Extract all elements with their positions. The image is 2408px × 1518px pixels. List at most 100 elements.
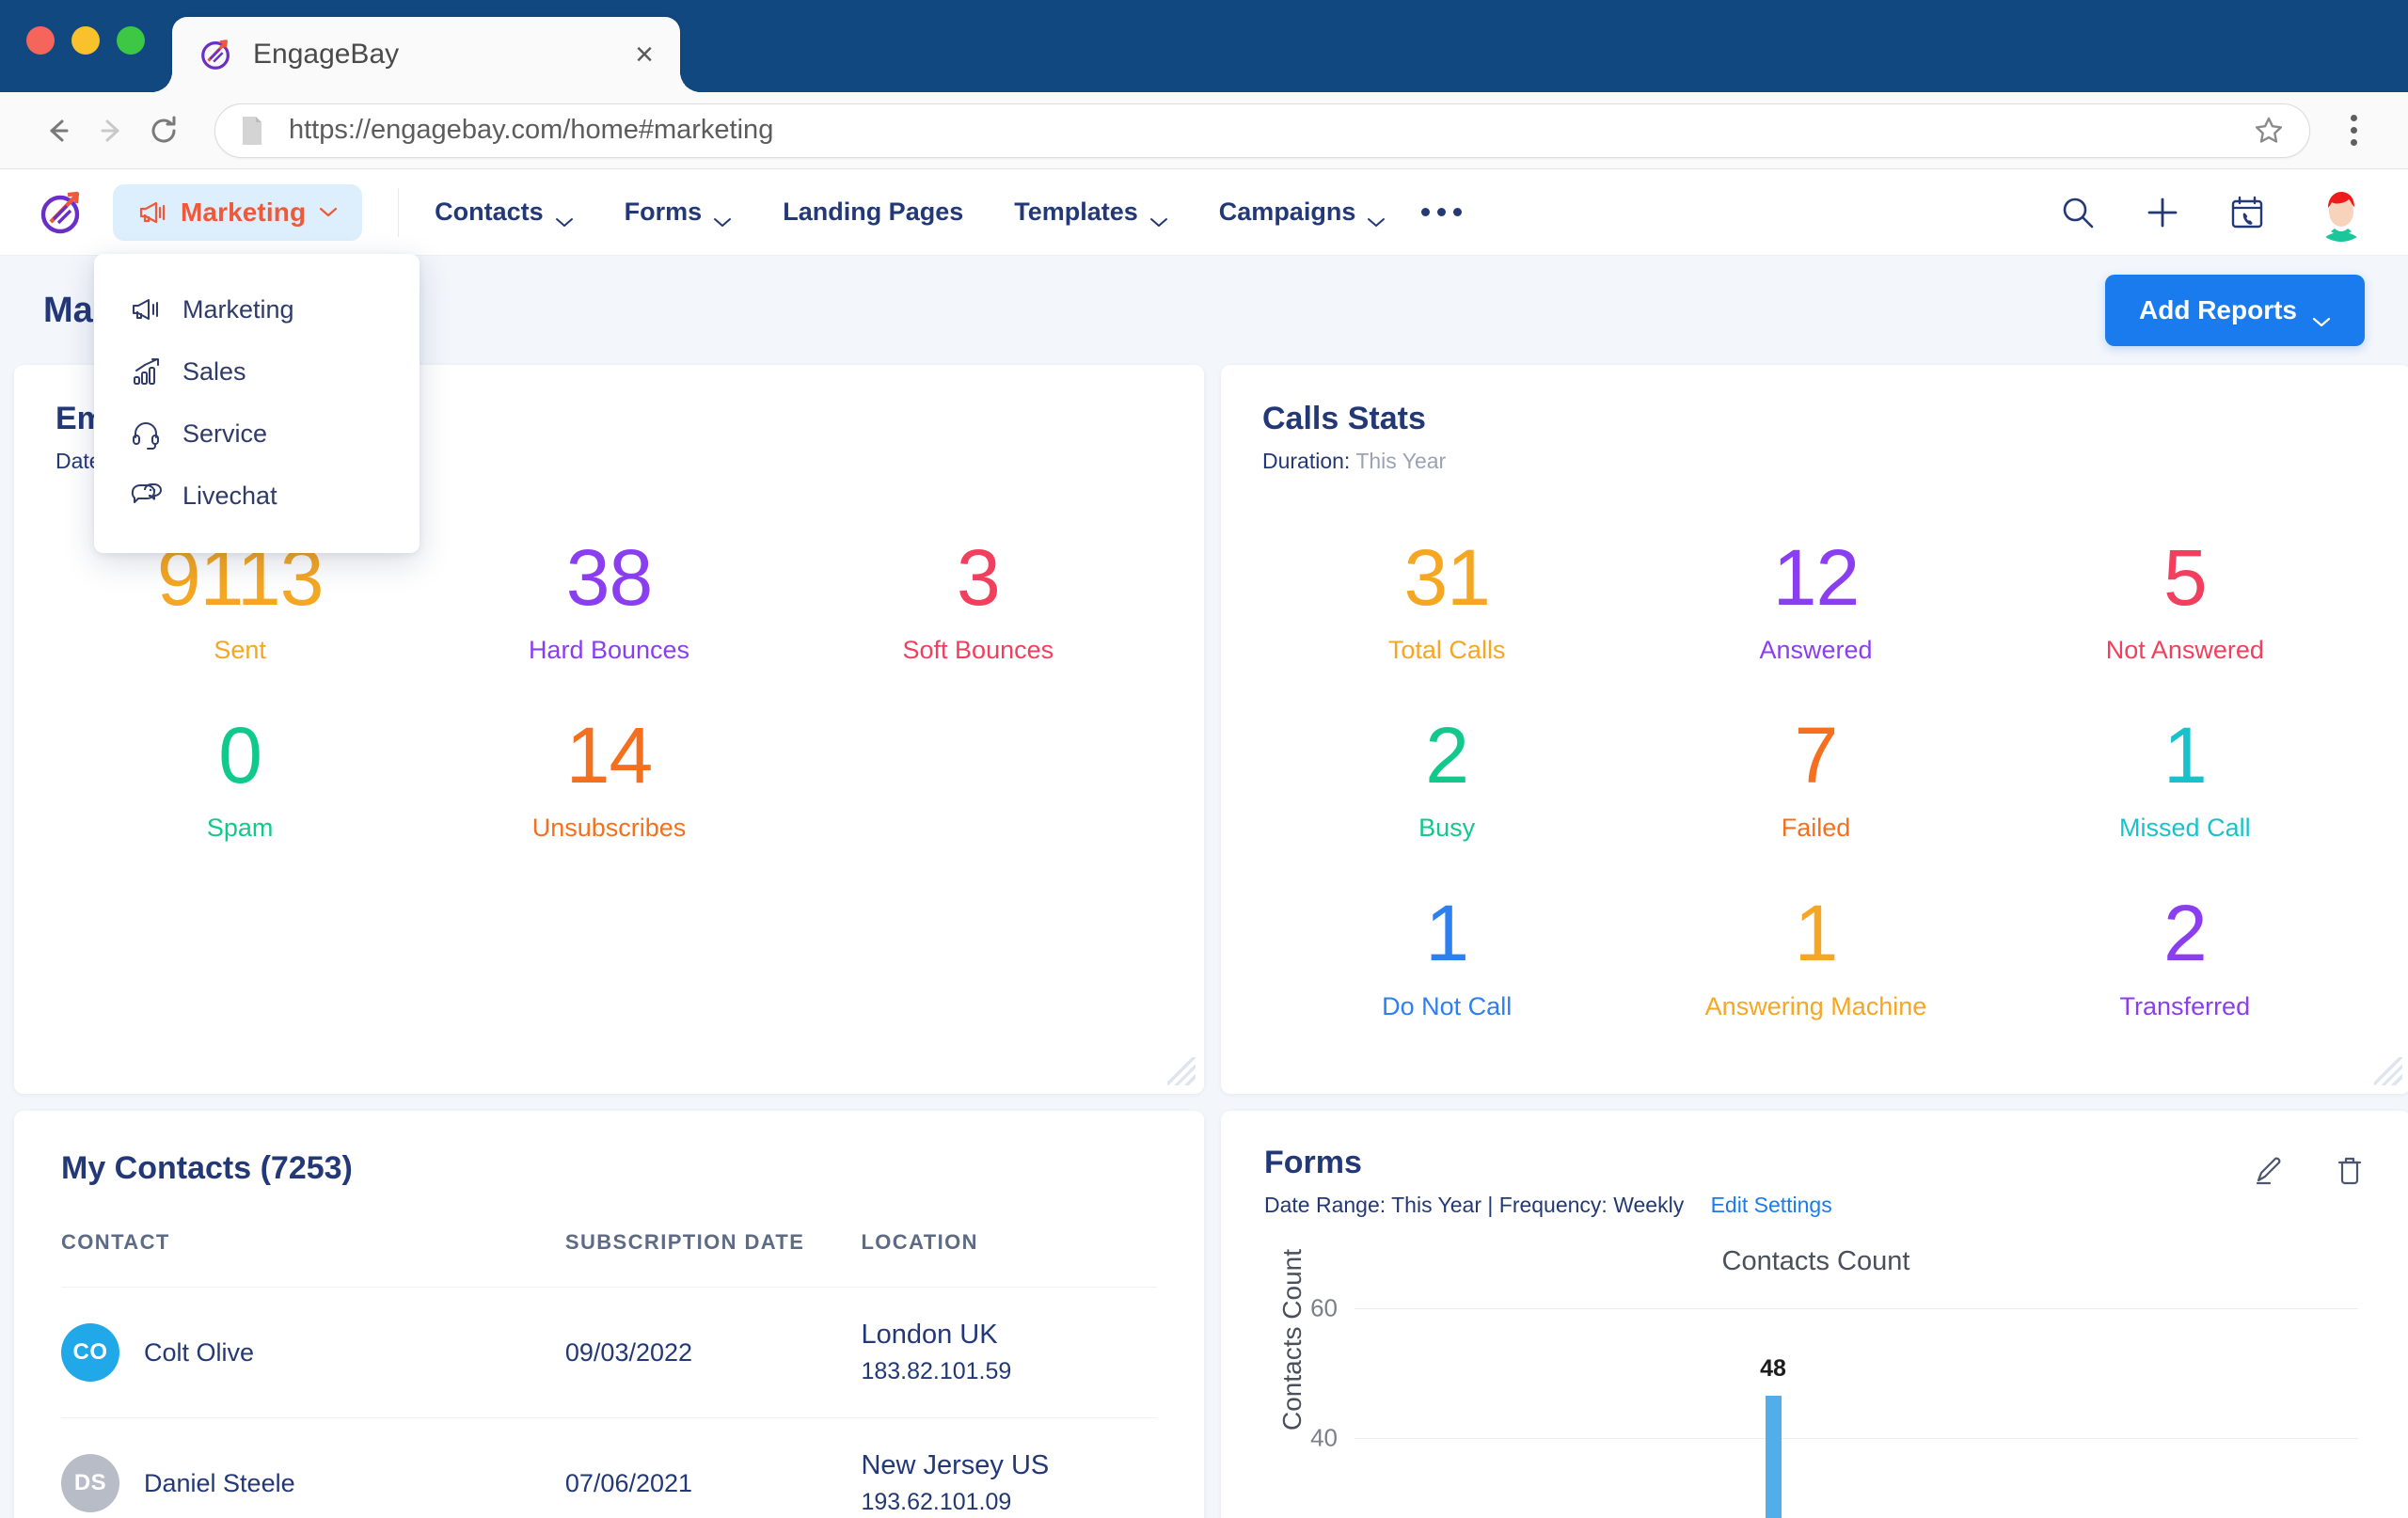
cell-contact: CO Colt Olive bbox=[61, 1287, 565, 1418]
chevron-down-icon bbox=[555, 206, 574, 227]
dropdown-item-service[interactable]: Service bbox=[94, 403, 420, 465]
resize-handle[interactable] bbox=[1167, 1057, 1196, 1085]
chevron-down-icon bbox=[713, 206, 732, 227]
contacts-count-chart: Contacts Count Contacts Count 60 40 48 bbox=[1264, 1246, 2368, 1518]
chevron-down-icon bbox=[319, 206, 338, 218]
calls-stats-title: Calls Stats bbox=[1262, 401, 1426, 436]
table-header-row: CONTACT SUBSCRIPTION DATE LOCATION bbox=[61, 1230, 1157, 1288]
browser-tab[interactable]: EngageBay × bbox=[172, 17, 680, 92]
nav-item-templates[interactable]: Templates bbox=[1014, 198, 1168, 227]
stat-soft-bounces: 3 Soft Bounces bbox=[794, 512, 1163, 689]
location-ip: 183.82.101.59 bbox=[861, 1358, 1012, 1384]
column-header-contact: CONTACT bbox=[61, 1230, 565, 1288]
add-reports-label: Add Reports bbox=[2139, 295, 2297, 324]
trash-icon[interactable] bbox=[2332, 1152, 2368, 1188]
forms-actions bbox=[2251, 1145, 2368, 1188]
table-row[interactable]: CO Colt Olive 09/03/2022 London UK 183.8… bbox=[61, 1287, 1157, 1418]
stat-value: 12 bbox=[1772, 533, 1860, 622]
contacts-table: CONTACT SUBSCRIPTION DATE LOCATION CO Co… bbox=[61, 1230, 1157, 1518]
stat-label: Answered bbox=[1759, 636, 1873, 665]
location-ip: 193.62.101.09 bbox=[861, 1489, 1012, 1515]
dropdown-item-label: Service bbox=[182, 419, 268, 448]
nav-item-landing-pages[interactable]: Landing Pages bbox=[783, 198, 963, 227]
nav-item-contacts[interactable]: Contacts bbox=[435, 198, 574, 227]
kebab-menu-icon[interactable] bbox=[2331, 115, 2376, 146]
stat-value: 2 bbox=[1425, 711, 1469, 800]
nav-item-label: Landing Pages bbox=[783, 198, 964, 226]
close-icon[interactable]: × bbox=[635, 39, 654, 71]
nav-item-forms[interactable]: Forms bbox=[625, 198, 733, 227]
more-options-icon[interactable] bbox=[1421, 208, 1463, 216]
app-navigation-bar: Marketing Contacts Forms Landing Pages T… bbox=[0, 169, 2408, 553]
dropdown-item-label: Livechat bbox=[182, 481, 277, 510]
megaphone-icon bbox=[130, 293, 162, 325]
stat-label: Missed Call bbox=[2119, 814, 2251, 843]
engagebay-logo-icon[interactable] bbox=[38, 188, 87, 237]
engagebay-logo-icon bbox=[198, 37, 234, 72]
close-window-button[interactable] bbox=[26, 26, 55, 55]
nav-item-label: Contacts bbox=[435, 198, 544, 226]
calls-stats-subtitle: Duration: This Year bbox=[1262, 449, 2369, 474]
stat-label: Answering Machine bbox=[1704, 991, 1927, 1020]
pencil-icon[interactable] bbox=[2251, 1152, 2287, 1188]
forms-card: Forms Date Range: This Year | Frequency:… bbox=[1221, 1111, 2408, 1518]
dropdown-item-marketing[interactable]: Marketing bbox=[94, 278, 420, 340]
nav-item-label: Forms bbox=[624, 198, 703, 226]
stat-value: 2 bbox=[2162, 889, 2208, 978]
stat-label: Sent bbox=[214, 636, 266, 665]
star-icon[interactable] bbox=[2253, 115, 2285, 147]
maximize-window-button[interactable] bbox=[117, 26, 145, 55]
nav-right-actions bbox=[2058, 182, 2370, 242]
forms-title: Forms bbox=[1264, 1145, 1362, 1180]
chart-title: Contacts Count bbox=[1721, 1246, 1910, 1276]
address-bar[interactable]: https://engagebay.com/home#marketing bbox=[214, 103, 2310, 158]
stat-label: Do Not Call bbox=[1382, 991, 1513, 1020]
page-document-icon bbox=[240, 116, 264, 146]
stat-failed: 7 Failed bbox=[1631, 689, 2000, 867]
stat-answering-machine: 1 Answering Machine bbox=[1631, 867, 2000, 1045]
stat-label: Hard Bounces bbox=[528, 636, 690, 665]
stat-label: Soft Bounces bbox=[902, 636, 1054, 665]
dropdown-item-sales[interactable]: Sales bbox=[94, 340, 420, 403]
cell-location: London UK 183.82.101.59 bbox=[861, 1287, 1157, 1418]
browser-tab-title: EngageBay bbox=[253, 39, 400, 70]
column-header-subscription-date: SUBSCRIPTION DATE bbox=[564, 1230, 862, 1288]
bar-data-label: 48 bbox=[1760, 1355, 1786, 1382]
contact-name: Daniel Steele bbox=[144, 1468, 295, 1497]
nav-menu: Contacts Forms Landing Pages Templates C… bbox=[435, 198, 1386, 227]
email-stats-grid: 9113 Sent 38 Hard Bounces 3 Soft Bounces… bbox=[55, 512, 1163, 867]
dropdown-item-livechat[interactable]: Livechat bbox=[94, 465, 420, 527]
reload-icon[interactable] bbox=[137, 104, 190, 157]
avatar: DS bbox=[61, 1454, 119, 1512]
plus-icon[interactable] bbox=[2143, 193, 2182, 232]
calendar-call-icon[interactable] bbox=[2227, 193, 2267, 232]
stat-value: 38 bbox=[565, 533, 653, 622]
calls-stats-grid: 31 Total Calls 12 Answered 5 Not Answere… bbox=[1262, 512, 2369, 1046]
forms-meta: Date Range: This Year | Frequency: Weekl… bbox=[1264, 1193, 1685, 1217]
avatar[interactable] bbox=[2312, 182, 2370, 242]
resize-handle[interactable] bbox=[2374, 1057, 2402, 1085]
edit-settings-link[interactable]: Edit Settings bbox=[1711, 1193, 1832, 1217]
nav-item-label: Campaigns bbox=[1218, 198, 1356, 226]
y-tick-label: 60 bbox=[1310, 1293, 1338, 1322]
location-name: New Jersey US bbox=[861, 1450, 1050, 1480]
marketing-dropdown-menu: Marketing Sales Service Livechat bbox=[94, 254, 420, 553]
stat-label: Busy bbox=[1418, 814, 1476, 843]
forward-arrow-icon[interactable] bbox=[85, 104, 137, 157]
add-reports-button[interactable]: Add Reports bbox=[2105, 275, 2365, 346]
nav-divider bbox=[398, 187, 400, 237]
back-arrow-icon[interactable] bbox=[32, 104, 85, 157]
chart-plot-area: Contacts Count 60 40 48 bbox=[1277, 1249, 2358, 1518]
chevron-down-icon bbox=[2312, 305, 2331, 326]
headset-icon bbox=[130, 418, 162, 450]
nav-item-campaigns[interactable]: Campaigns bbox=[1219, 198, 1386, 227]
minimize-window-button[interactable] bbox=[71, 26, 100, 55]
nav-primary-marketing-button[interactable]: Marketing bbox=[113, 183, 363, 241]
search-icon[interactable] bbox=[2058, 193, 2098, 232]
bar-week-1[interactable] bbox=[1766, 1396, 1782, 1518]
cell-location: New Jersey US 193.62.101.09 bbox=[861, 1417, 1157, 1518]
table-row[interactable]: DS Daniel Steele 07/06/2021 New Jersey U… bbox=[61, 1417, 1157, 1518]
stat-value: 7 bbox=[1794, 711, 1839, 800]
stat-label: Total Calls bbox=[1387, 636, 1506, 665]
my-contacts-card: My Contacts (7253) CONTACT SUBSCRIPTION … bbox=[14, 1111, 1204, 1518]
